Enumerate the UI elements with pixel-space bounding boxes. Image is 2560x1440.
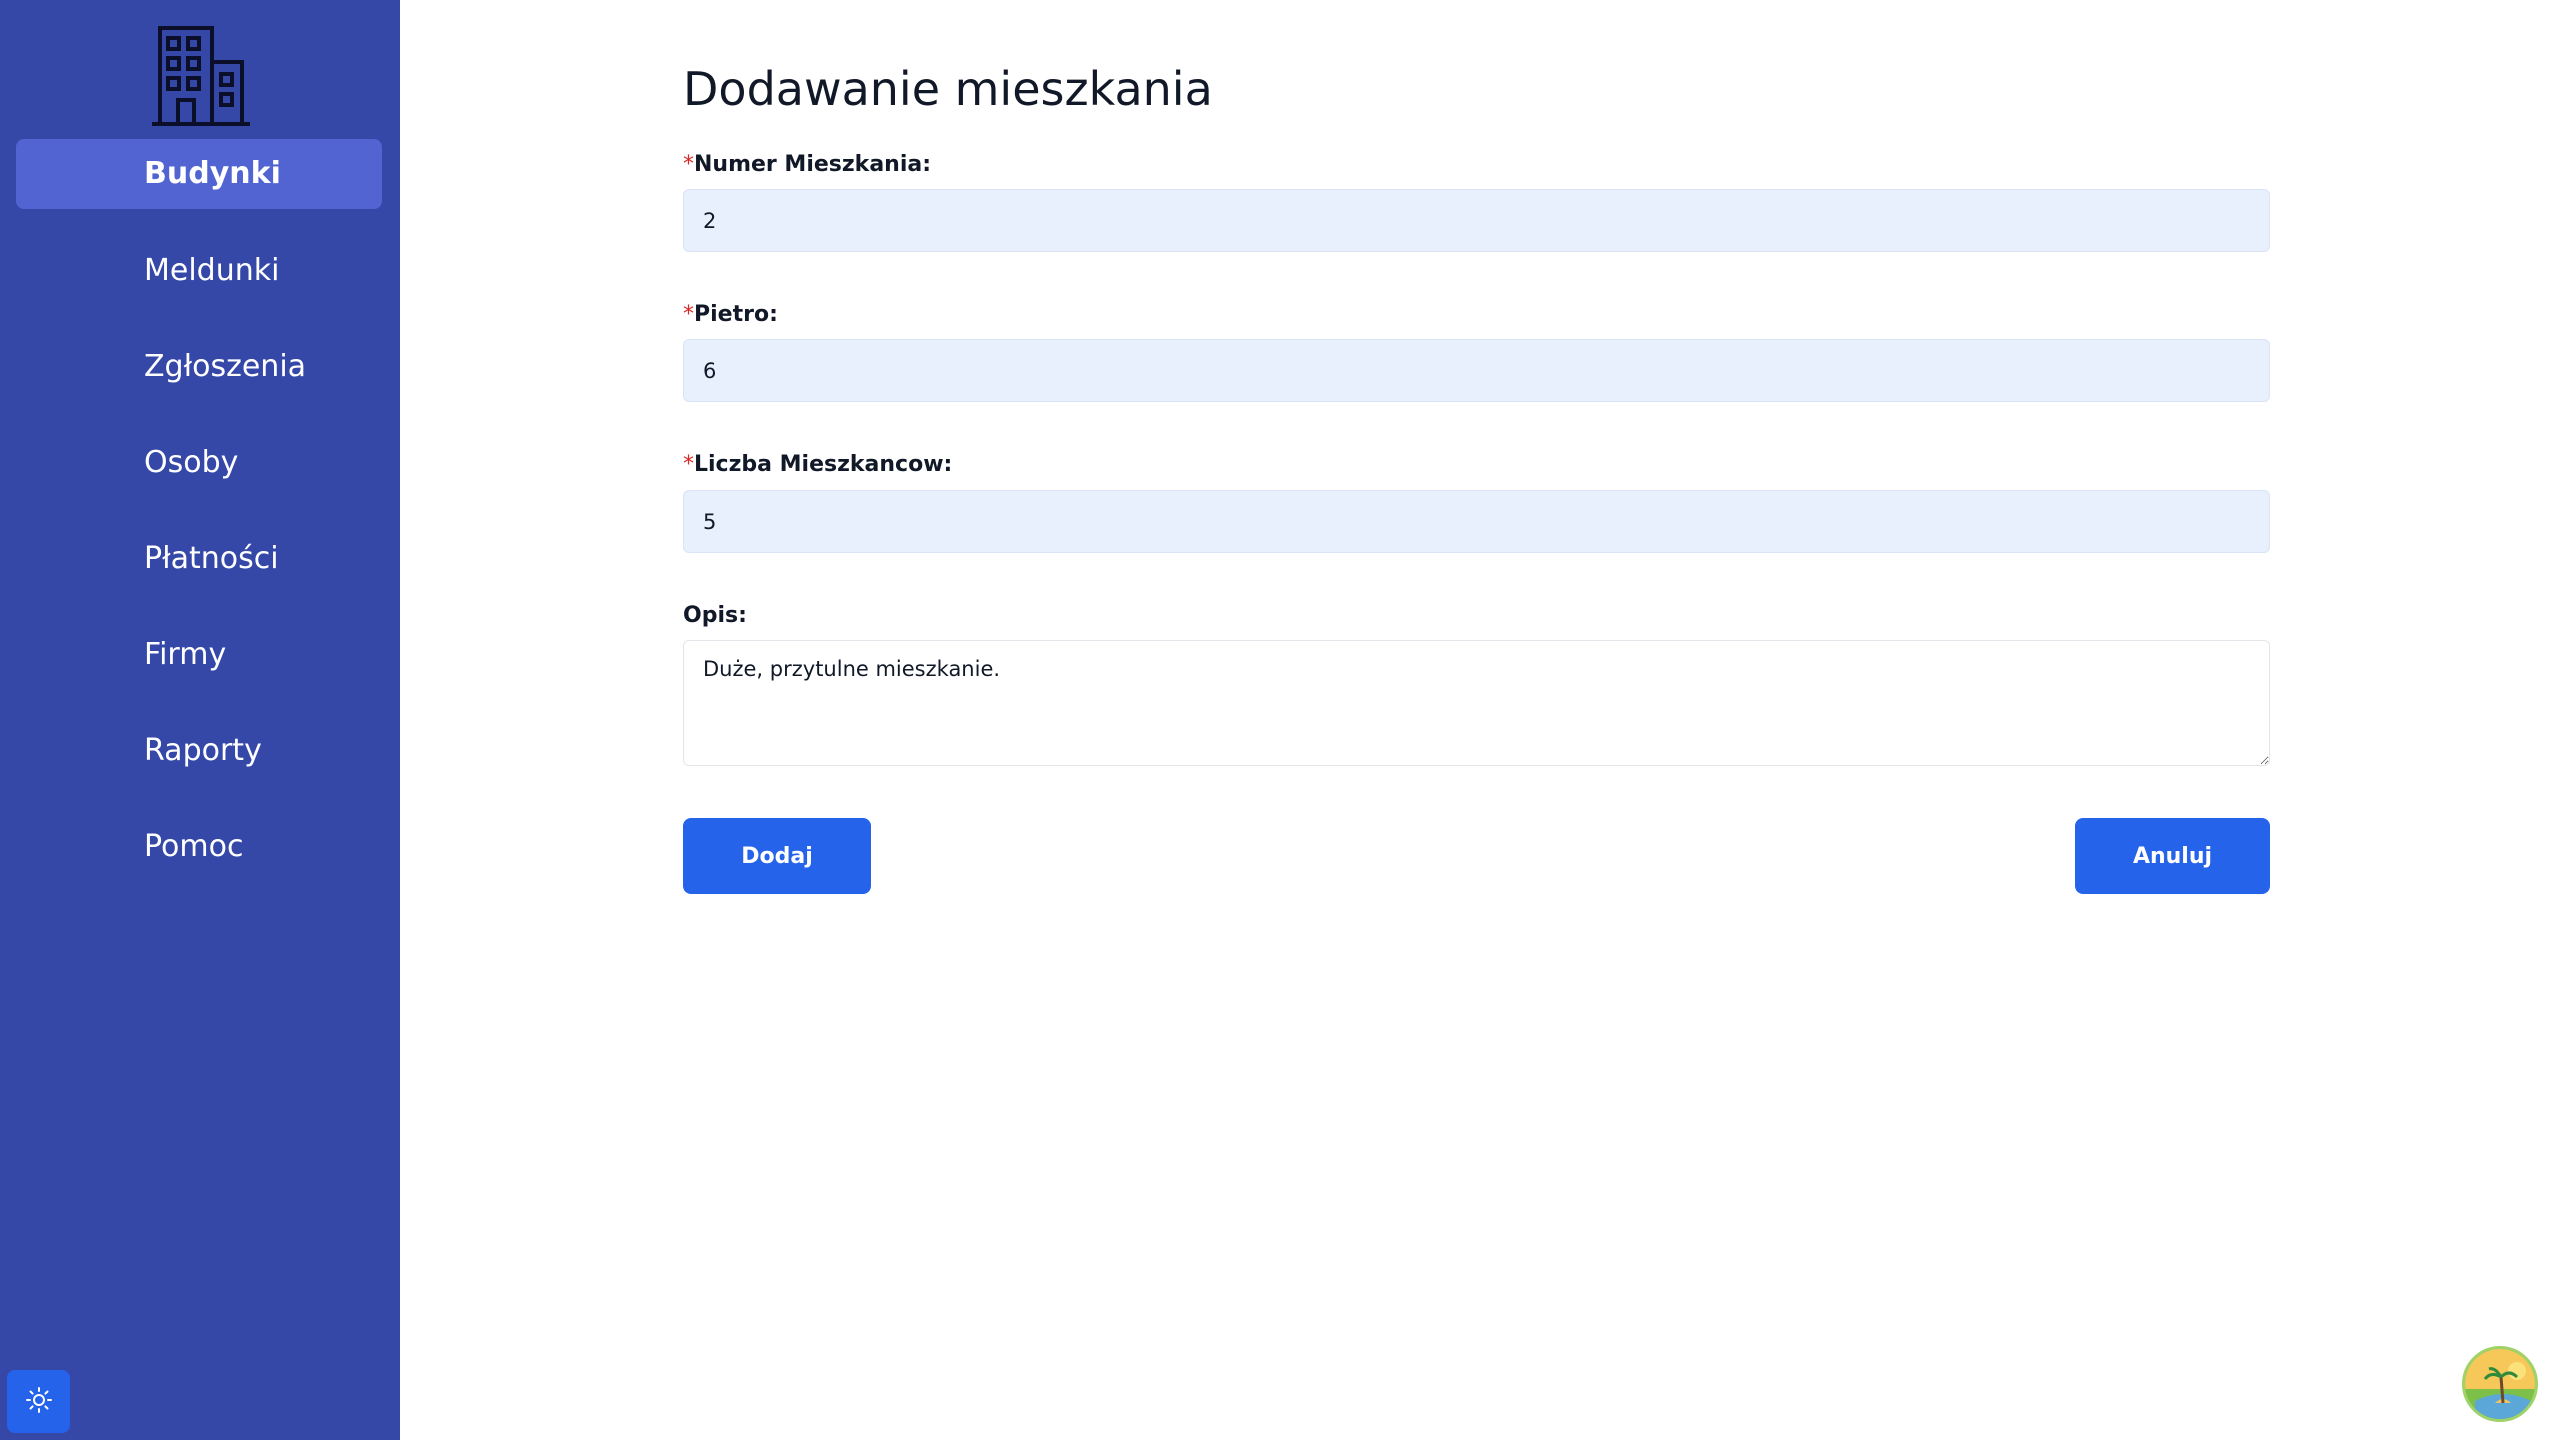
sidebar-item-budynki[interactable]: Budynki — [16, 139, 382, 209]
required-mark: * — [683, 152, 694, 177]
opis-textarea[interactable]: Duże, przytulne mieszkanie. — [683, 640, 2270, 766]
page-title: Dodawanie mieszkania — [683, 62, 1213, 116]
theme-toggle-button[interactable] — [7, 1370, 70, 1433]
numer-mieszkania-input[interactable] — [683, 189, 2270, 252]
sidebar-item-meldunki[interactable]: Meldunki — [16, 236, 382, 306]
pietro-input[interactable] — [683, 339, 2270, 402]
sidebar-item-platnosci[interactable]: Płatności — [16, 524, 382, 594]
island-avatar-icon[interactable] — [2462, 1346, 2538, 1422]
numer-label: *Numer Mieszkania: — [683, 152, 932, 177]
sidebar-item-zgloszenia[interactable]: Zgłoszenia — [16, 332, 382, 402]
opis-label: Opis: — [683, 603, 747, 628]
sun-icon — [25, 1386, 53, 1418]
sidebar-item-pomoc[interactable]: Pomoc — [16, 812, 382, 882]
liczba-mieszkancow-input[interactable] — [683, 490, 2270, 553]
required-mark: * — [683, 452, 694, 477]
sidebar-item-osoby[interactable]: Osoby — [16, 428, 382, 498]
anuluj-button[interactable]: Anuluj — [2075, 818, 2270, 894]
liczba-label: *Liczba Mieszkancow: — [683, 452, 953, 477]
required-mark: * — [683, 302, 694, 327]
pietro-label: *Pietro: — [683, 302, 778, 327]
building-icon[interactable] — [150, 22, 252, 128]
sidebar: Budynki Meldunki Zgłoszenia Osoby Płatno… — [0, 0, 400, 1440]
dodaj-button[interactable]: Dodaj — [683, 818, 871, 894]
sidebar-item-firmy[interactable]: Firmy — [16, 620, 382, 690]
sidebar-item-raporty[interactable]: Raporty — [16, 716, 382, 786]
